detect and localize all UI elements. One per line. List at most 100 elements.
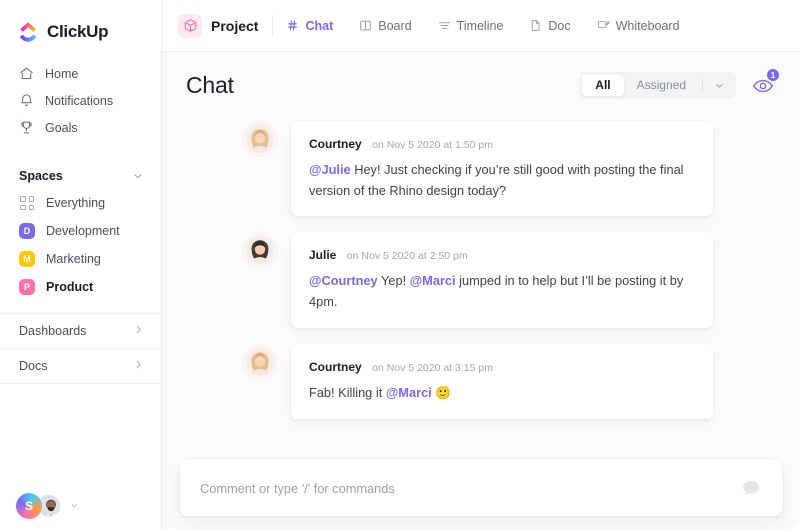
tab-board[interactable]: Board: [346, 0, 424, 52]
project-name: Project: [211, 18, 258, 34]
message-header: Courtney on Nov 5 2020 at 1:50 pm: [309, 135, 695, 153]
clickup-app-window: ClickUp Home Notifications: [0, 0, 800, 530]
space-square-icon: M: [19, 251, 35, 267]
tab-label: Whiteboard: [616, 19, 680, 33]
bell-icon: [19, 93, 34, 108]
speech-bubble-icon[interactable]: [740, 477, 762, 499]
main-area: Project Chat Board: [162, 0, 800, 530]
sidebar: ClickUp Home Notifications: [0, 0, 162, 530]
message-timestamp: on Nov 5 2020 at 2:50 pm: [347, 250, 468, 262]
message-bubble: Courtney on Nov 5 2020 at 3:15 pm Fab! K…: [291, 344, 713, 419]
tab-timeline[interactable]: Timeline: [425, 0, 517, 52]
tab-label: Chat: [305, 19, 333, 33]
message-header: Julie on Nov 5 2020 at 2:50 pm: [309, 246, 695, 264]
message-item: Julie on Nov 5 2020 at 2:50 pm @Courtney…: [162, 232, 800, 343]
courtney-avatar[interactable]: [246, 348, 274, 376]
doc-icon: [529, 19, 542, 32]
topbar: Project Chat Board: [162, 0, 800, 52]
message-item: Courtney on Nov 5 2020 at 3:15 pm Fab! K…: [162, 344, 800, 435]
hash-icon: [286, 19, 299, 32]
message-text: Yep!: [378, 273, 410, 288]
tab-chat[interactable]: Chat: [273, 0, 346, 52]
chevron-down-icon[interactable]: [132, 170, 144, 182]
message-author: Courtney: [309, 360, 362, 374]
sidebar-item-everything[interactable]: Everything: [0, 189, 161, 217]
timeline-icon: [438, 19, 451, 32]
spaces-list: Everything D Development M Marketing P P…: [0, 189, 161, 301]
sidebar-item-label: Docs: [19, 359, 47, 373]
header-controls: All Assigned 1: [579, 72, 776, 99]
sidebar-item-home[interactable]: Home: [0, 60, 161, 87]
message-bubble: Julie on Nov 5 2020 at 2:50 pm @Courtney…: [291, 232, 713, 327]
sidebar-item-docs[interactable]: Docs: [0, 349, 161, 383]
sidebar-divider: [0, 383, 161, 384]
page-header: Chat All Assigned: [162, 52, 800, 99]
message-item: Courtney on Nov 5 2020 at 1:50 pm @Julie…: [162, 121, 800, 232]
sidebar-item-development[interactable]: D Development: [0, 217, 161, 245]
message-author: Courtney: [309, 137, 362, 151]
message-timestamp: on Nov 5 2020 at 1:50 pm: [372, 139, 493, 151]
message-list: Courtney on Nov 5 2020 at 1:50 pm @Julie…: [162, 99, 800, 435]
mention-link[interactable]: @Courtney: [309, 273, 378, 288]
grid-icon: [19, 195, 35, 211]
sidebar-item-dashboards[interactable]: Dashboards: [0, 314, 161, 348]
watch-button[interactable]: 1: [750, 73, 776, 99]
message-timestamp: on Nov 5 2020 at 3:15 pm: [372, 362, 493, 374]
chevron-down-icon[interactable]: [706, 75, 733, 96]
sidebar-item-label: Dashboards: [19, 324, 86, 338]
message-header: Courtney on Nov 5 2020 at 3:15 pm: [309, 358, 695, 376]
message-emoji: 🙂: [432, 385, 452, 400]
space-label: Marketing: [46, 252, 101, 266]
message-bubble: Courtney on Nov 5 2020 at 1:50 pm @Julie…: [291, 121, 713, 216]
brand[interactable]: ClickUp: [0, 0, 161, 46]
message-author: Julie: [309, 248, 336, 262]
filter-divider: [702, 79, 703, 92]
clickup-logo-icon: [18, 21, 40, 43]
sidebar-item-label: Goals: [45, 121, 78, 135]
spaces-title: Spaces: [19, 169, 63, 183]
tab-label: Board: [378, 19, 411, 33]
sidebar-item-notifications[interactable]: Notifications: [0, 87, 161, 114]
primary-nav: Home Notifications Goals: [0, 46, 161, 141]
project-chip[interactable]: Project: [178, 14, 272, 38]
mention-link[interactable]: @Julie: [309, 162, 351, 177]
filter-all-button[interactable]: All: [582, 75, 623, 96]
space-label: Everything: [46, 196, 105, 210]
space-square-icon: P: [19, 279, 35, 295]
tab-doc[interactable]: Doc: [516, 0, 583, 52]
watch-badge: 1: [766, 68, 780, 82]
brand-name: ClickUp: [47, 22, 108, 42]
workspace-avatar[interactable]: S: [16, 493, 42, 519]
comment-input[interactable]: [200, 481, 740, 496]
julie-avatar[interactable]: [246, 236, 274, 264]
chevron-right-icon: [133, 324, 144, 338]
trophy-icon: [19, 120, 34, 135]
cube-icon: [178, 14, 202, 38]
chevron-right-icon: [133, 359, 144, 373]
sidebar-footer[interactable]: S: [0, 482, 161, 530]
filter-assigned-button[interactable]: Assigned: [624, 75, 699, 96]
sidebar-item-label: Home: [45, 67, 78, 81]
mention-link[interactable]: @Marci: [386, 385, 432, 400]
sidebar-item-label: Notifications: [45, 94, 113, 108]
space-label: Development: [46, 224, 120, 238]
sidebar-item-goals[interactable]: Goals: [0, 114, 161, 141]
space-square-icon: D: [19, 223, 35, 239]
space-label: Product: [46, 280, 93, 294]
message-text: Fab! Killing it: [309, 385, 386, 400]
spaces-section-header[interactable]: Spaces: [0, 163, 161, 189]
sidebar-item-product[interactable]: P Product: [0, 273, 161, 301]
page-title: Chat: [186, 72, 234, 99]
comment-composer[interactable]: [180, 460, 782, 516]
mention-link[interactable]: @Marci: [410, 273, 456, 288]
tab-label: Doc: [548, 19, 570, 33]
tab-whiteboard[interactable]: Whiteboard: [584, 0, 693, 52]
chevron-down-icon[interactable]: [70, 501, 79, 512]
courtney-avatar[interactable]: [246, 125, 274, 153]
message-body: @Courtney Yep! @Marci jumped in to help …: [309, 271, 695, 312]
board-icon: [359, 19, 372, 32]
view-tabs: Chat Board Timeline: [273, 0, 692, 52]
home-icon: [19, 66, 34, 81]
message-text: Hey! Just checking if you’re still good …: [309, 162, 684, 198]
sidebar-item-marketing[interactable]: M Marketing: [0, 245, 161, 273]
